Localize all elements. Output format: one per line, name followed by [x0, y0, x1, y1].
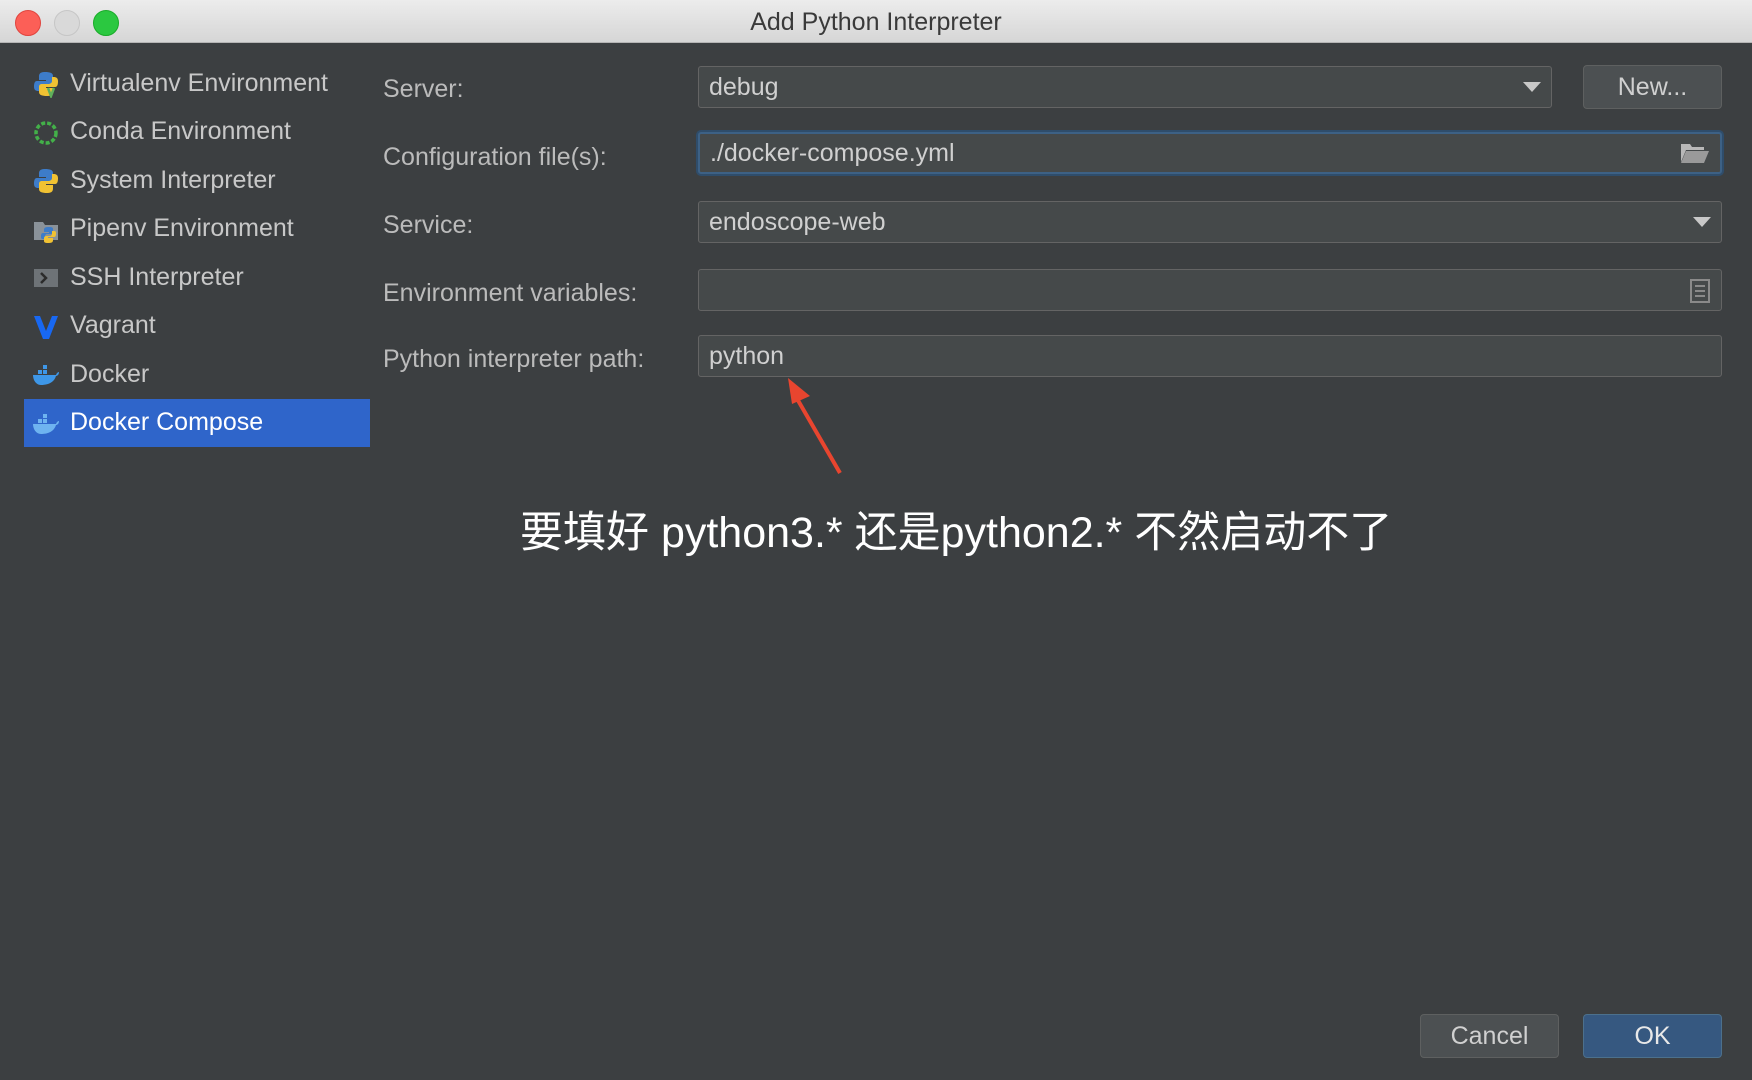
- edit-list-icon[interactable]: [1689, 279, 1711, 303]
- sidebar-item-label: System Interpreter: [70, 165, 276, 194]
- sidebar-item-docker-compose[interactable]: Docker Compose: [24, 398, 370, 447]
- config-value: ./docker-compose.yml: [710, 139, 955, 167]
- interpreter-type-list: Virtualenv Environment Conda Environment…: [24, 59, 370, 447]
- chevron-down-icon: [1523, 82, 1541, 92]
- server-value: debug: [709, 73, 779, 101]
- ssh-terminal-icon: [34, 269, 58, 287]
- annotation-arrow-icon: [788, 378, 842, 475]
- chevron-down-icon: [1693, 217, 1711, 227]
- annotation-text: 要填好 python3.* 还是python2.* 不然启动不了: [520, 509, 1393, 557]
- env-vars-label: Environment variables:: [383, 279, 638, 307]
- sidebar-item-ssh[interactable]: SSH Interpreter: [24, 253, 370, 302]
- server-dropdown[interactable]: debug: [698, 66, 1552, 108]
- sidebar-item-label: Pipenv Environment: [70, 214, 294, 243]
- sidebar-item-label: Docker: [70, 359, 150, 388]
- title-bar: Add Python Interpreter: [0, 0, 1752, 43]
- new-server-button[interactable]: New...: [1583, 65, 1722, 109]
- sidebar-item-vagrant[interactable]: Vagrant: [24, 302, 370, 351]
- sidebar-item-docker[interactable]: Docker: [24, 350, 370, 399]
- cancel-button[interactable]: Cancel: [1420, 1014, 1559, 1058]
- pipenv-icon: [34, 221, 58, 243]
- sidebar-item-label: Vagrant: [70, 311, 156, 340]
- service-value: endoscope-web: [709, 208, 886, 236]
- sidebar-item-label: SSH Interpreter: [70, 262, 244, 291]
- sidebar-item-virtualenv[interactable]: Virtualenv Environment: [24, 59, 370, 108]
- server-label: Server:: [383, 75, 464, 103]
- folder-open-icon[interactable]: [1680, 142, 1710, 164]
- window-title: Add Python Interpreter: [750, 8, 1002, 36]
- docker-compose-icon: [33, 413, 59, 434]
- conda-icon: [34, 120, 58, 145]
- sidebar-item-pipenv[interactable]: Pipenv Environment: [24, 205, 370, 254]
- ok-button[interactable]: OK: [1583, 1014, 1722, 1058]
- config-label: Configuration file(s):: [383, 143, 607, 171]
- service-label: Service:: [383, 211, 474, 239]
- sidebar-item-label: Conda Environment: [70, 117, 291, 146]
- sidebar-item-label: Virtualenv Environment: [70, 68, 329, 97]
- interpreter-path-value: python: [709, 342, 785, 370]
- service-dropdown[interactable]: endoscope-web: [698, 201, 1722, 243]
- env-vars-input[interactable]: [698, 269, 1722, 311]
- vagrant-icon: [34, 315, 58, 339]
- python-icon: [34, 169, 58, 193]
- dialog-window: Add Python Interpreter Virtualenv Enviro…: [0, 0, 1752, 1080]
- interpreter-path-input[interactable]: python: [698, 335, 1722, 377]
- config-file-input[interactable]: ./docker-compose.yml: [698, 132, 1722, 174]
- python-virtualenv-icon: [34, 72, 58, 98]
- sidebar-item-system-interpreter[interactable]: System Interpreter: [24, 156, 370, 205]
- sidebar-item-conda[interactable]: Conda Environment: [24, 108, 370, 157]
- sidebar-item-label: Docker Compose: [70, 408, 264, 437]
- interpreter-path-label: Python interpreter path:: [383, 345, 645, 373]
- docker-icon: [33, 365, 59, 385]
